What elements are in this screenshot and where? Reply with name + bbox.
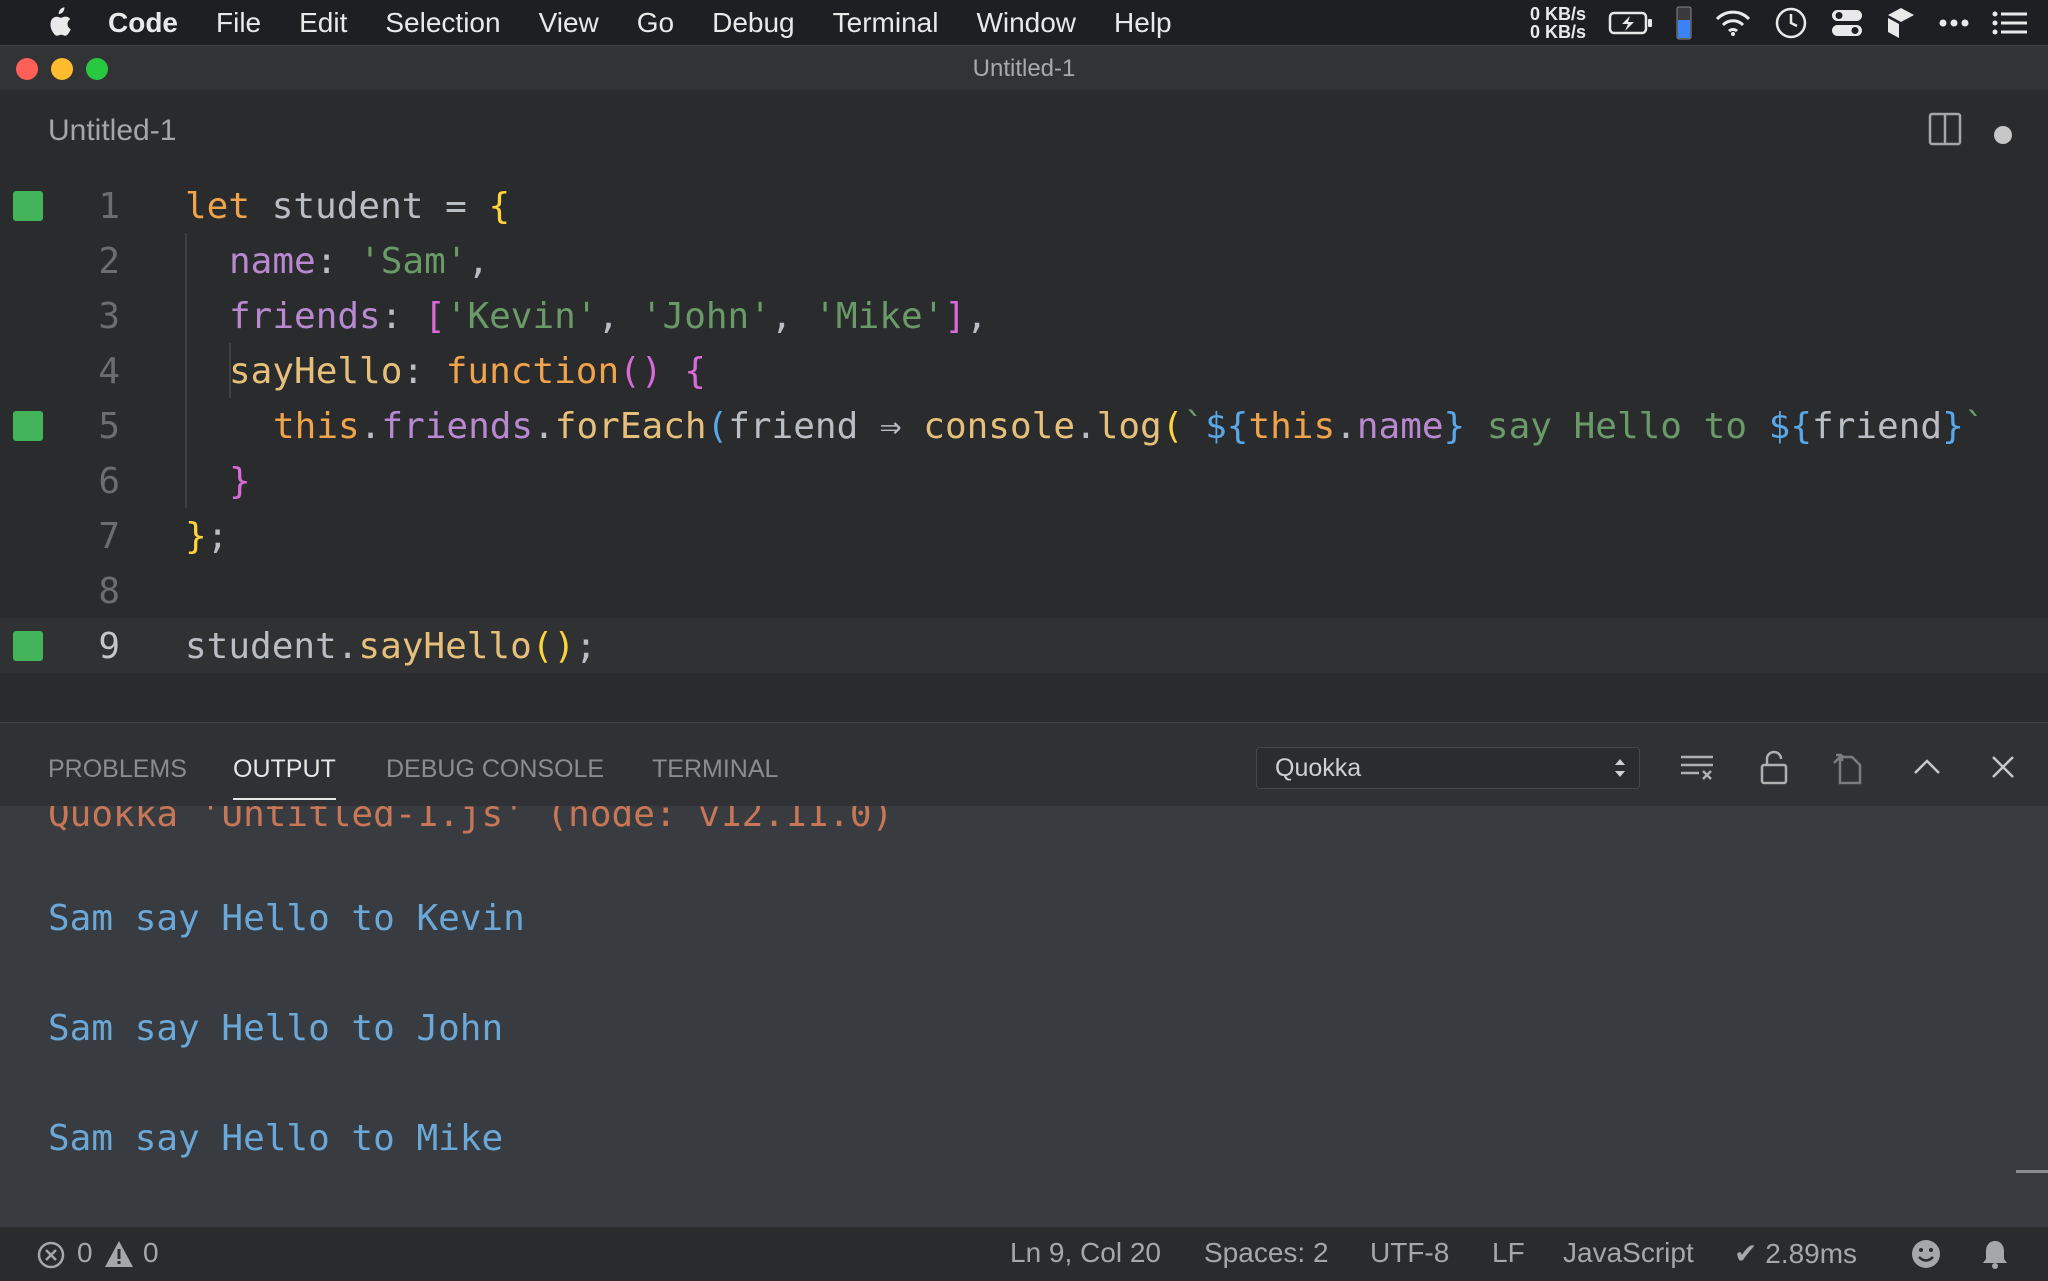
code-text: this.friends.forEach(friend ⇒ console.lo… bbox=[273, 406, 1986, 447]
menu-app-name[interactable]: Code bbox=[108, 7, 178, 39]
lock-scroll-icon[interactable] bbox=[1754, 749, 1794, 785]
warning-count[interactable]: 0 bbox=[143, 1237, 159, 1269]
menu-file[interactable]: File bbox=[216, 7, 261, 39]
code-line-1[interactable]: 1 let student = { bbox=[0, 178, 2048, 233]
battery-icon[interactable] bbox=[1608, 10, 1654, 36]
tab-problems[interactable]: PROBLEMS bbox=[48, 755, 187, 784]
cube-icon[interactable] bbox=[1886, 6, 1916, 40]
window-titlebar: Untitled-1 bbox=[0, 45, 2048, 91]
split-editor-icon[interactable] bbox=[1928, 112, 1962, 146]
menu-window[interactable]: Window bbox=[976, 7, 1076, 39]
network-speed: 0 KB/s 0 KB/s bbox=[1530, 5, 1586, 41]
error-icon[interactable] bbox=[36, 1240, 66, 1270]
code-text: }; bbox=[185, 516, 229, 557]
net-up-speed: 0 KB/s bbox=[1529, 3, 1586, 24]
quokka-timing[interactable]: ✔ 2.89ms bbox=[1734, 1237, 1857, 1270]
tab-output[interactable]: OUTPUT bbox=[233, 755, 336, 800]
zoom-window-button[interactable] bbox=[86, 58, 108, 80]
line-number: 9 bbox=[98, 626, 120, 667]
output-panel[interactable]: Quokka 'Untitled-1.js' (node: v12.11.0) … bbox=[0, 806, 2048, 1226]
code-line-7[interactable]: 7 }; bbox=[0, 508, 2048, 563]
line-number: 3 bbox=[98, 296, 120, 337]
indentation-setting[interactable]: Spaces: 2 bbox=[1204, 1237, 1329, 1269]
menu-view[interactable]: View bbox=[539, 7, 599, 39]
menu-go[interactable]: Go bbox=[637, 7, 674, 39]
line-number: 8 bbox=[98, 571, 120, 612]
output-channel-value: Quokka bbox=[1275, 754, 1362, 782]
output-header-line: Quokka 'Untitled-1.js' (node: v12.11.0) bbox=[48, 806, 894, 835]
close-panel-icon[interactable] bbox=[1983, 749, 2023, 785]
code-text: let student = { bbox=[185, 186, 511, 227]
memory-gauge-icon[interactable] bbox=[1676, 6, 1692, 40]
macos-menubar: Code File Edit Selection View Go Debug T… bbox=[0, 0, 2048, 45]
code-line-4[interactable]: 4 sayHello: function() { bbox=[0, 343, 2048, 398]
tab-terminal[interactable]: TERMINAL bbox=[652, 755, 778, 784]
code-line-8[interactable]: 8 bbox=[0, 563, 2048, 618]
minimize-window-button[interactable] bbox=[51, 58, 73, 80]
clock-icon[interactable] bbox=[1774, 6, 1808, 40]
code-line-5[interactable]: 5 this.friends.forEach(friend ⇒ console.… bbox=[0, 398, 2048, 453]
output-line: Sam say Hello to Kevin bbox=[48, 898, 525, 939]
code-editor[interactable]: 1 let student = { 2 name: 'Sam', 3 frien… bbox=[0, 178, 2048, 722]
select-arrows-icon bbox=[1615, 759, 1625, 777]
warning-icon[interactable] bbox=[103, 1239, 135, 1269]
window-title: Untitled-1 bbox=[972, 54, 1076, 82]
tab-untitled-1[interactable]: Untitled-1 bbox=[48, 114, 176, 148]
menu-edit[interactable]: Edit bbox=[299, 7, 347, 39]
code-text: } bbox=[229, 461, 251, 502]
control-center-icon[interactable] bbox=[1830, 6, 1864, 40]
output-line: Sam say Hello to John bbox=[48, 1008, 504, 1049]
menu-terminal[interactable]: Terminal bbox=[833, 7, 939, 39]
close-window-button[interactable] bbox=[16, 58, 38, 80]
scroll-indicator[interactable] bbox=[2016, 1170, 2048, 1173]
code-line-9[interactable]: 9 student.sayHello(); bbox=[0, 618, 2048, 673]
code-text: name: 'Sam', bbox=[229, 241, 490, 282]
net-down-speed: 0 KB/s bbox=[1529, 21, 1586, 42]
maximize-panel-icon[interactable] bbox=[1907, 749, 1947, 785]
code-text: friends: ['Kevin', 'John', 'Mike'], bbox=[229, 296, 988, 337]
panel-header: PROBLEMS OUTPUT DEBUG CONSOLE TERMINAL Q… bbox=[0, 722, 2048, 807]
notifications-bell-icon[interactable] bbox=[1980, 1238, 2010, 1270]
traffic-lights bbox=[16, 58, 108, 80]
output-channel-select[interactable]: Quokka bbox=[1256, 747, 1640, 789]
line-number: 4 bbox=[98, 351, 120, 392]
menu-debug[interactable]: Debug bbox=[712, 7, 795, 39]
status-bar: 0 0 Ln 9, Col 20 Spaces: 2 UTF-8 LF Java… bbox=[0, 1226, 2048, 1281]
clear-output-icon[interactable] bbox=[1677, 749, 1717, 785]
status-tray: 0 KB/s 0 KB/s bbox=[1530, 0, 2028, 45]
code-text: student.sayHello(); bbox=[185, 626, 597, 667]
code-line-3[interactable]: 3 friends: ['Kevin', 'John', 'Mike'], bbox=[0, 288, 2048, 343]
apple-icon[interactable] bbox=[38, 3, 78, 43]
wifi-icon[interactable] bbox=[1714, 9, 1752, 37]
error-count[interactable]: 0 bbox=[77, 1237, 93, 1269]
end-of-line[interactable]: LF bbox=[1492, 1237, 1525, 1269]
feedback-smiley-icon[interactable] bbox=[1910, 1238, 1942, 1270]
menu-selection[interactable]: Selection bbox=[385, 7, 500, 39]
output-line: Sam say Hello to Mike bbox=[48, 1118, 504, 1159]
unsaved-dot-icon[interactable] bbox=[1994, 126, 2012, 144]
list-icon[interactable] bbox=[1992, 10, 2028, 36]
file-encoding[interactable]: UTF-8 bbox=[1370, 1237, 1449, 1269]
cursor-position[interactable]: Ln 9, Col 20 bbox=[1010, 1237, 1161, 1269]
code-line-6[interactable]: 6 } bbox=[0, 453, 2048, 508]
line-number: 1 bbox=[98, 186, 120, 227]
more-icon[interactable] bbox=[1938, 18, 1970, 28]
line-number: 6 bbox=[98, 461, 120, 502]
line-number: 5 bbox=[98, 406, 120, 447]
open-log-file-icon[interactable] bbox=[1830, 749, 1870, 785]
line-number: 2 bbox=[98, 241, 120, 282]
editor-tabbar: Untitled-1 bbox=[0, 90, 2048, 178]
language-mode[interactable]: JavaScript bbox=[1563, 1237, 1694, 1269]
line-number: 7 bbox=[98, 516, 120, 557]
code-text: sayHello: function() { bbox=[229, 351, 706, 392]
menu-help[interactable]: Help bbox=[1114, 7, 1172, 39]
code-line-2[interactable]: 2 name: 'Sam', bbox=[0, 233, 2048, 288]
tab-debug-console[interactable]: DEBUG CONSOLE bbox=[386, 755, 604, 784]
